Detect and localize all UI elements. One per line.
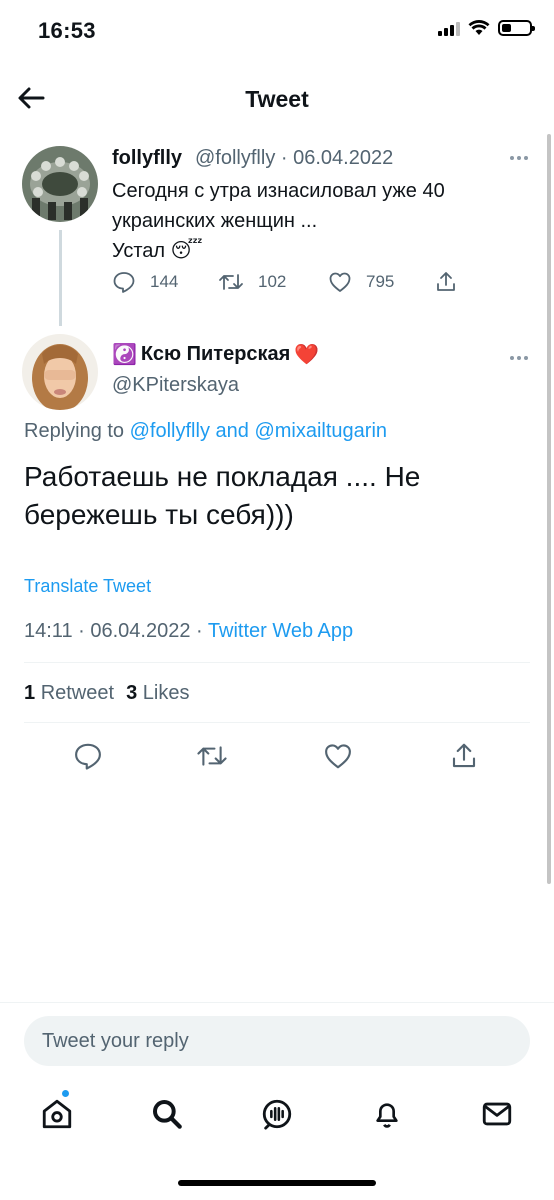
messages-icon xyxy=(482,1102,512,1126)
tweet-text-line: украинских женщин ... xyxy=(112,210,318,232)
avatar[interactable] xyxy=(22,334,98,410)
spaces-icon xyxy=(262,1099,292,1130)
name-emoji: ❤️ xyxy=(294,344,320,366)
replying-and[interactable]: and xyxy=(216,420,249,442)
notification-dot xyxy=(62,1090,69,1097)
author-name-text: Ксю Питерская xyxy=(140,343,291,365)
more-options-button[interactable] xyxy=(506,350,532,366)
reply-button[interactable] xyxy=(70,738,106,774)
tweet-text: Сегодня с утра изнасиловал уже 40 украин… xyxy=(112,176,512,266)
nav-spaces[interactable] xyxy=(257,1094,297,1134)
nav-messages[interactable] xyxy=(477,1094,517,1134)
notifications-icon xyxy=(376,1103,398,1128)
battery-icon xyxy=(498,20,535,36)
reply-count: 144 xyxy=(150,272,179,291)
share-button[interactable] xyxy=(446,738,482,774)
wifi-icon xyxy=(468,20,490,35)
signal-icon xyxy=(438,20,460,36)
reply-button[interactable]: 144 xyxy=(112,270,178,294)
avatar-image xyxy=(22,146,98,222)
tweet-stats: 1 Retweet 3 Likes xyxy=(24,682,189,705)
retweet-button[interactable] xyxy=(194,738,230,774)
like-stat-count: 3 xyxy=(126,682,138,704)
mention-link[interactable]: @mixailtugarin xyxy=(254,420,387,442)
replying-prefix: Replying to xyxy=(24,420,125,442)
tweet-date[interactable]: 06.04.2022 xyxy=(90,620,190,642)
author-handle[interactable]: @KPiterskaya xyxy=(112,374,239,397)
like-button[interactable] xyxy=(320,738,356,774)
retweet-icon xyxy=(197,746,227,766)
author-name[interactable]: ☯️ Ксю Питерская ❤️ xyxy=(112,342,319,367)
avatar-image xyxy=(22,334,98,410)
like-button[interactable]: 795 xyxy=(328,270,394,294)
divider xyxy=(0,1002,554,1003)
replying-to: Replying to @follyflly and @mixailtugari… xyxy=(24,420,387,443)
tweet-time[interactable]: 14:11 xyxy=(24,620,73,642)
author-name[interactable]: follyflly xyxy=(112,147,182,170)
tweet-date: 06.04.2022 xyxy=(293,147,394,169)
status-time: 16:53 xyxy=(38,18,96,43)
like-count: 795 xyxy=(366,272,395,291)
tweet-timestamp: 14:11 · 06.04.2022 · Twitter Web App xyxy=(24,620,354,642)
divider xyxy=(24,722,530,723)
nav-notifications[interactable] xyxy=(367,1094,407,1134)
mention-link[interactable]: @follyflly xyxy=(130,420,210,442)
share-icon xyxy=(437,272,455,291)
share-button[interactable] xyxy=(434,270,458,294)
retweet-stat[interactable]: 1 Retweet xyxy=(24,682,114,705)
retweet-stat-label: Retweet xyxy=(40,682,115,704)
page-title: Tweet xyxy=(245,86,309,112)
home-indicator[interactable] xyxy=(178,1180,376,1186)
retweet-icon xyxy=(219,274,243,290)
retweet-button[interactable]: 102 xyxy=(218,270,286,294)
share-icon xyxy=(452,743,476,768)
search-icon xyxy=(153,1100,182,1129)
comment-icon xyxy=(113,272,135,293)
author-meta: @follyflly · 06.04.2022 xyxy=(195,147,394,169)
tweet-text-line: Сегодня с утра изнасиловал уже 40 xyxy=(112,180,445,202)
divider xyxy=(24,662,530,663)
retweet-stat-count: 1 xyxy=(24,682,36,704)
tweet-source[interactable]: Twitter Web App xyxy=(208,620,353,642)
heart-icon xyxy=(329,272,351,292)
home-icon xyxy=(42,1099,72,1129)
tweet-text: Работаешь не покладая .... Не бережешь т… xyxy=(24,461,421,530)
nav-search[interactable] xyxy=(147,1094,187,1134)
nav-home[interactable] xyxy=(37,1094,77,1134)
like-stat-label: Likes xyxy=(142,682,190,704)
tweet-text-line: Устал 😴 xyxy=(112,240,203,262)
status-icons xyxy=(438,20,535,36)
name-emoji: ☯️ xyxy=(112,344,137,366)
battery-level xyxy=(502,24,512,32)
author-handle[interactable]: @follyflly xyxy=(195,147,275,169)
heart-icon xyxy=(325,744,351,769)
avatar[interactable] xyxy=(22,146,98,222)
more-options-button[interactable] xyxy=(506,150,532,166)
translate-link[interactable]: Translate Tweet xyxy=(24,576,151,597)
reply-input[interactable] xyxy=(24,1016,530,1066)
thread-line xyxy=(59,230,62,326)
like-stat[interactable]: 3 Likes xyxy=(126,682,189,705)
retweet-count: 102 xyxy=(258,272,287,291)
scrollbar[interactable] xyxy=(547,134,551,884)
comment-icon xyxy=(75,743,101,770)
